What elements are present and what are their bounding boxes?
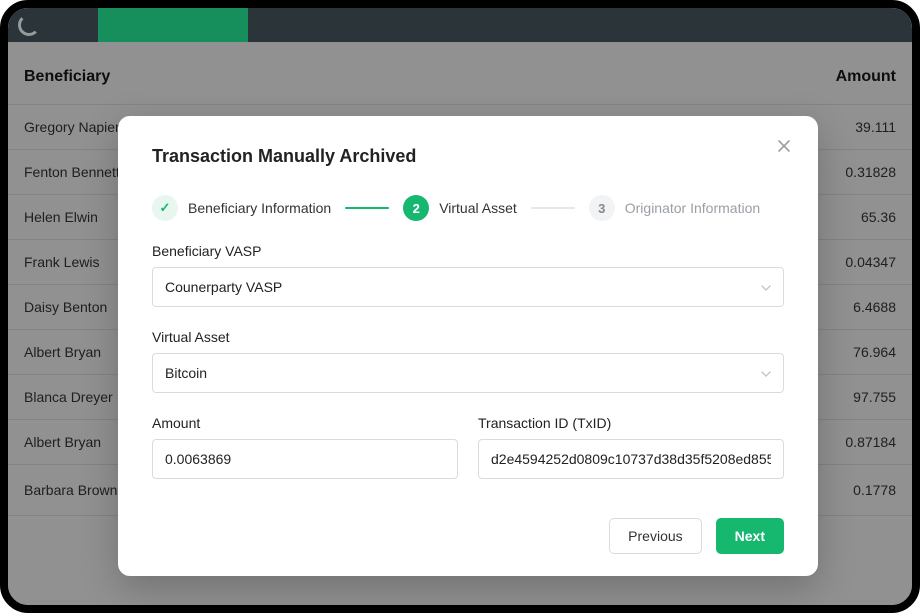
amount-label: Amount bbox=[152, 415, 458, 431]
asset-value: Bitcoin bbox=[165, 365, 207, 381]
txid-label: Transaction ID (TxID) bbox=[478, 415, 784, 431]
step-3[interactable]: 3 Originator Information bbox=[589, 195, 760, 221]
chevron-down-icon bbox=[761, 366, 771, 380]
archive-transaction-modal: Transaction Manually Archived ✓ Benefici… bbox=[118, 116, 818, 576]
stepper: ✓ Beneficiary Information 2 Virtual Asse… bbox=[152, 195, 784, 221]
amount-group: Amount bbox=[152, 415, 458, 479]
asset-group: Virtual Asset Bitcoin bbox=[152, 329, 784, 393]
step-2[interactable]: 2 Virtual Asset bbox=[403, 195, 517, 221]
step-2-number: 2 bbox=[403, 195, 429, 221]
logo-slot bbox=[8, 8, 58, 42]
amount-input-wrap bbox=[152, 439, 458, 479]
vasp-group: Beneficiary VASP Counerparty VASP bbox=[152, 243, 784, 307]
txid-input-wrap bbox=[478, 439, 784, 479]
txid-input[interactable] bbox=[491, 440, 771, 478]
step-3-label: Originator Information bbox=[625, 200, 760, 216]
vasp-select[interactable]: Counerparty VASP bbox=[152, 267, 784, 307]
asset-select[interactable]: Bitcoin bbox=[152, 353, 784, 393]
next-button[interactable]: Next bbox=[716, 518, 784, 554]
chevron-down-icon bbox=[761, 280, 771, 294]
check-icon: ✓ bbox=[152, 195, 178, 221]
step-line-2 bbox=[531, 207, 575, 209]
txid-group: Transaction ID (TxID) bbox=[478, 415, 784, 479]
step-3-number: 3 bbox=[589, 195, 615, 221]
amount-txid-row: Amount Transaction ID (TxID) bbox=[152, 415, 784, 479]
active-nav-block[interactable] bbox=[98, 8, 248, 42]
amount-input[interactable] bbox=[165, 440, 445, 478]
asset-label: Virtual Asset bbox=[152, 329, 784, 345]
content-area: Beneficiary Amount Gregory Napier39.111F… bbox=[8, 42, 912, 605]
modal-footer: Previous Next bbox=[609, 518, 784, 554]
step-1-label: Beneficiary Information bbox=[188, 200, 331, 216]
spinner-icon bbox=[18, 14, 40, 36]
previous-button[interactable]: Previous bbox=[609, 518, 701, 554]
step-2-label: Virtual Asset bbox=[439, 200, 517, 216]
step-1[interactable]: ✓ Beneficiary Information bbox=[152, 195, 331, 221]
top-bar bbox=[8, 8, 912, 42]
vasp-value: Counerparty VASP bbox=[165, 279, 282, 295]
step-line-1 bbox=[345, 207, 389, 209]
app-window: Beneficiary Amount Gregory Napier39.111F… bbox=[0, 0, 920, 613]
modal-title: Transaction Manually Archived bbox=[152, 146, 784, 167]
vasp-label: Beneficiary VASP bbox=[152, 243, 784, 259]
close-icon[interactable] bbox=[776, 138, 792, 159]
